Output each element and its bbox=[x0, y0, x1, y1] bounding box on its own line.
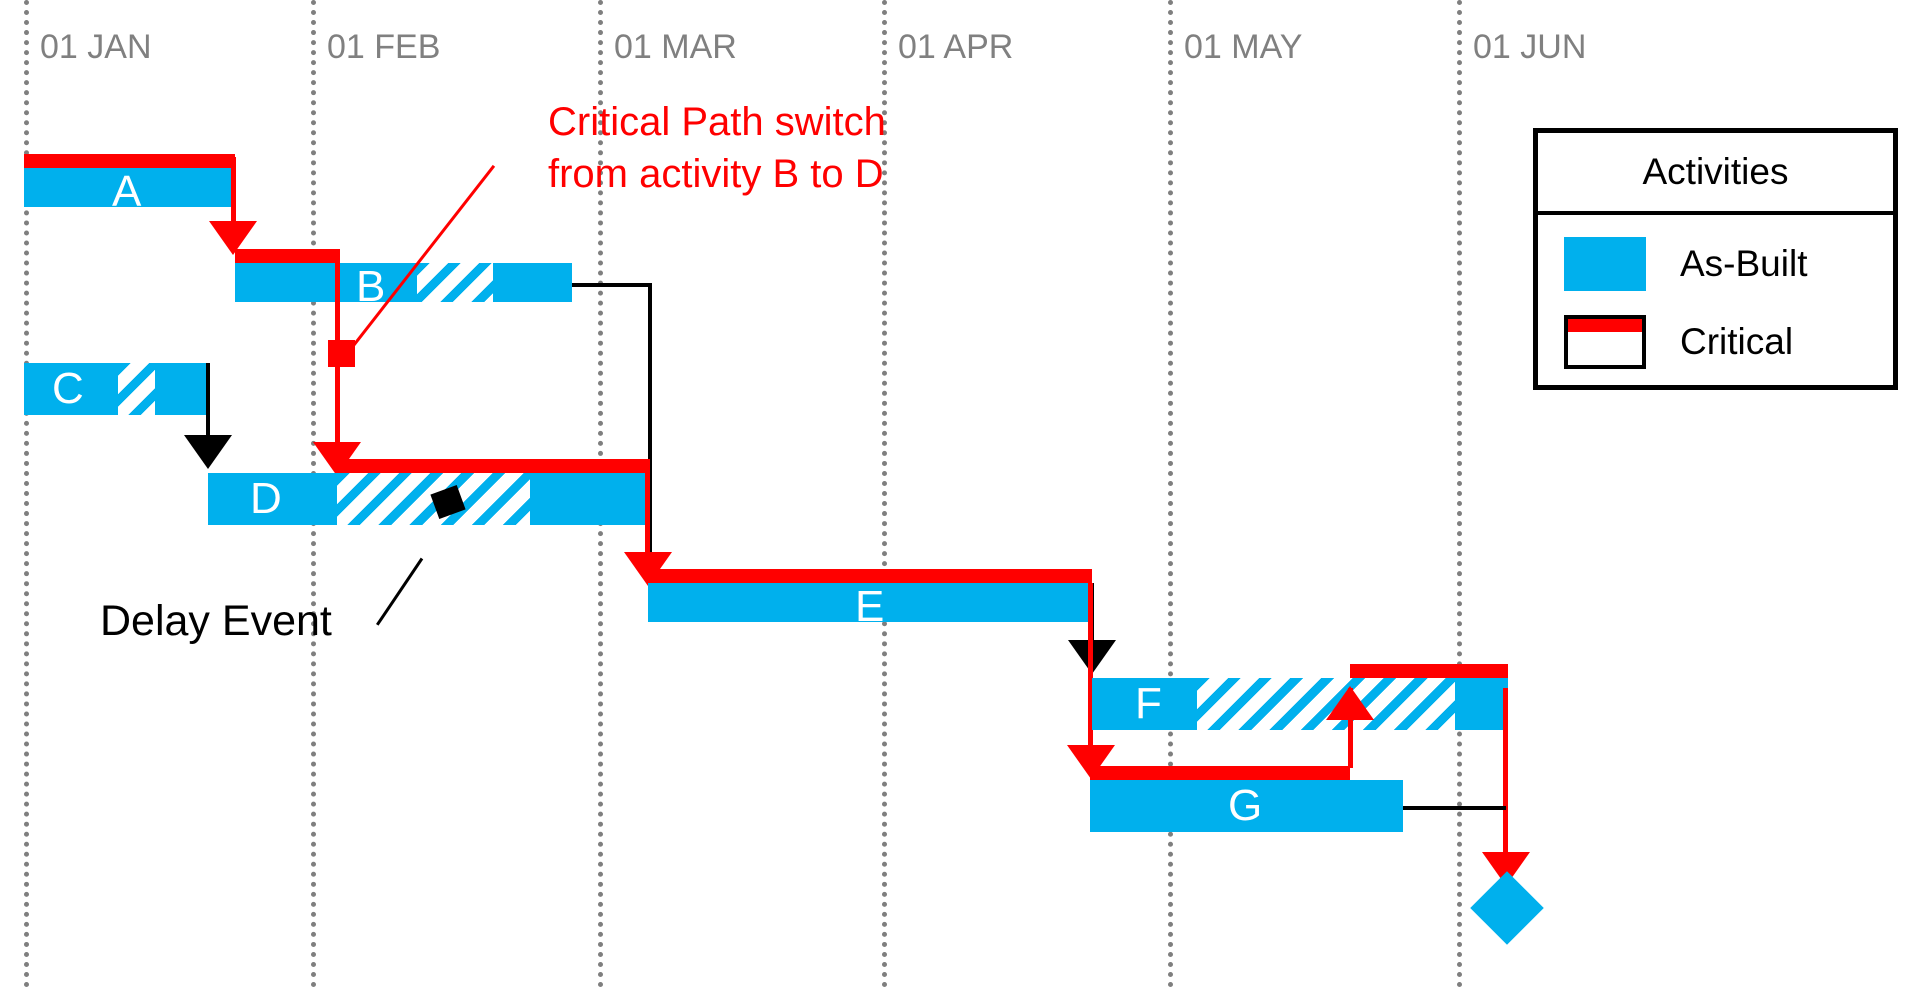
date-label-may: 01 MAY bbox=[1184, 28, 1303, 66]
link-f-to-milestone-vertical bbox=[1503, 688, 1508, 860]
link-g-to-milestone-horizontal bbox=[1403, 806, 1506, 810]
critical-overlay-d bbox=[337, 459, 648, 473]
legend-label-as-built: As-Built bbox=[1680, 243, 1808, 284]
gridline-apr bbox=[882, 0, 887, 988]
hatch-segment-b bbox=[417, 263, 493, 302]
gridline-jan bbox=[24, 0, 29, 988]
date-label-jun: 01 JUN bbox=[1473, 28, 1587, 66]
critical-switch-annotation-line1: Critical Path switch bbox=[548, 100, 886, 144]
critical-overlay-e bbox=[648, 569, 1092, 583]
critical-switch-leader-line bbox=[345, 164, 496, 356]
critical-swatch-top-bar bbox=[1568, 319, 1642, 332]
critical-overlay-f bbox=[1350, 664, 1508, 678]
gantt-bar-label-d: D bbox=[250, 474, 282, 523]
gantt-bar-label-c: C bbox=[52, 364, 84, 413]
gantt-bar-label-f: F bbox=[1135, 679, 1162, 728]
date-label-jan: 01 JAN bbox=[40, 28, 152, 66]
critical-overlay-a bbox=[24, 154, 235, 168]
link-c-to-d-arrowhead bbox=[184, 435, 232, 469]
as-built-swatch-icon bbox=[1564, 237, 1646, 291]
legend-box: Activities As-Built Critical bbox=[1533, 128, 1898, 390]
link-b-to-e-horizontal bbox=[572, 283, 652, 287]
delay-event-leader-line bbox=[376, 557, 424, 626]
legend-body: As-Built Critical bbox=[1538, 215, 1893, 369]
critical-overlay-b bbox=[235, 249, 335, 263]
legend-label-critical: Critical bbox=[1680, 321, 1794, 362]
gantt-bar-label-a: A bbox=[112, 167, 142, 216]
critical-overlay-g bbox=[1090, 766, 1350, 780]
date-label-mar: 01 MAR bbox=[614, 28, 737, 66]
gantt-bar-label-e: E bbox=[855, 582, 885, 631]
link-g-to-f-arrowhead bbox=[1326, 686, 1374, 720]
date-label-feb: 01 FEB bbox=[327, 28, 441, 66]
link-e-to-g-vertical bbox=[1088, 583, 1093, 763]
date-label-apr: 01 APR bbox=[898, 28, 1014, 66]
gantt-bar-label-b: B bbox=[356, 262, 386, 311]
gridline-jun bbox=[1457, 0, 1462, 988]
legend-item-as-built[interactable]: As-Built bbox=[1564, 237, 1893, 291]
legend-title: Activities bbox=[1538, 133, 1893, 215]
hatch-segment-c bbox=[118, 363, 155, 415]
critical-switch-marker bbox=[328, 340, 355, 367]
legend-item-critical[interactable]: Critical bbox=[1564, 315, 1893, 369]
gantt-bar-label-g: G bbox=[1228, 781, 1263, 830]
critical-switch-annotation-line2: from activity B to D bbox=[548, 152, 884, 196]
delay-event-label: Delay Event bbox=[100, 597, 332, 645]
gantt-chart-canvas: 01 JAN 01 FEB 01 MAR 01 APR 01 MAY 01 JU… bbox=[0, 0, 1923, 988]
critical-swatch-icon bbox=[1564, 315, 1646, 369]
gridline-may bbox=[1168, 0, 1173, 988]
